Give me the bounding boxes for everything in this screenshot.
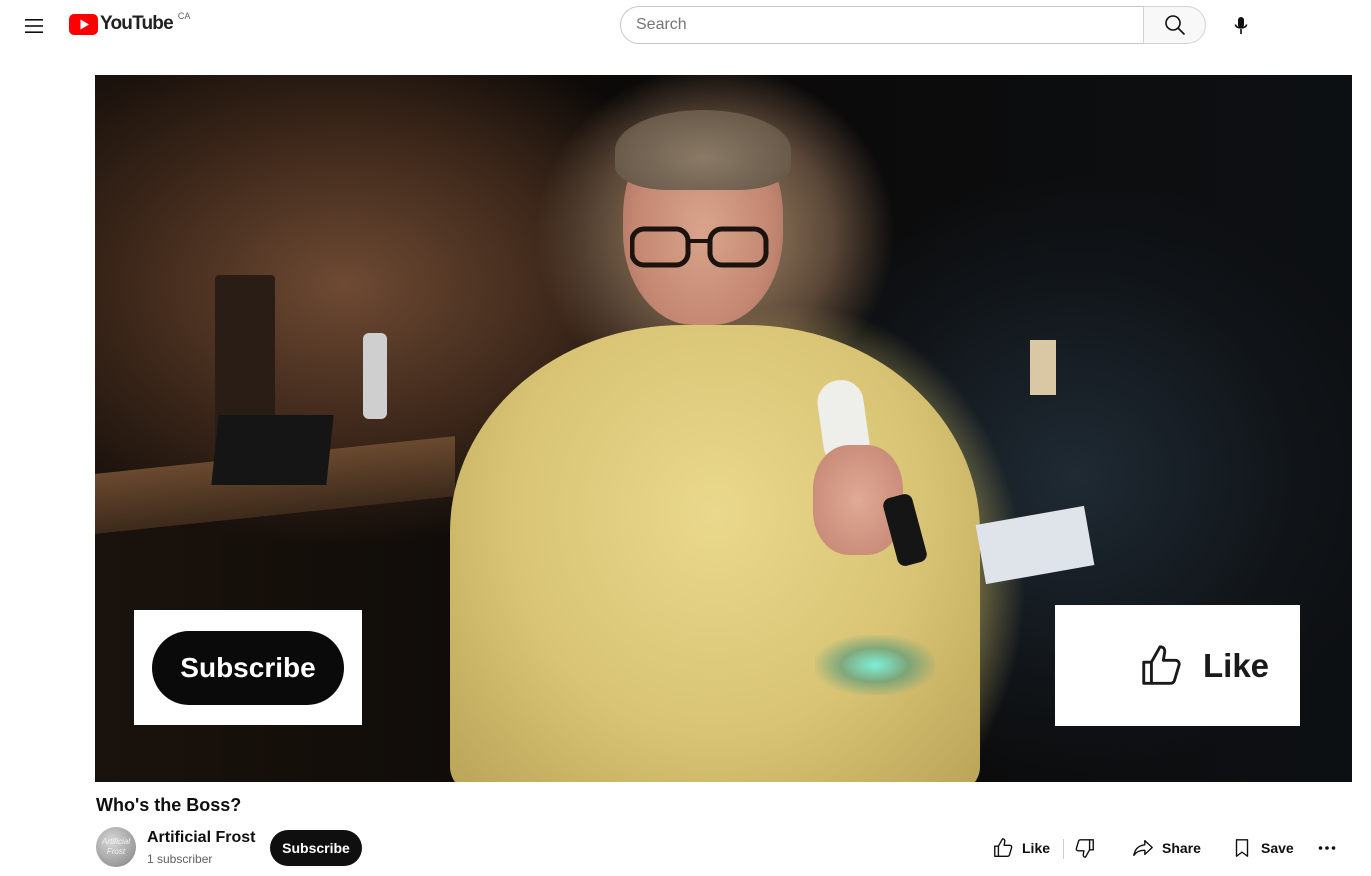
thumbs-down-icon [1075, 839, 1094, 858]
search-icon [1164, 15, 1185, 36]
presenter-glasses [629, 225, 770, 269]
video-player[interactable]: Subscribe Like [95, 75, 1352, 782]
guide-menu-button[interactable] [18, 10, 50, 42]
presenter-hair [615, 110, 791, 190]
subscriber-count: 1 subscriber [147, 852, 213, 866]
more-icon [1318, 846, 1336, 850]
save-label: Save [1261, 840, 1294, 856]
channel-name[interactable]: Artificial Frost [147, 829, 255, 847]
channel-avatar[interactable]: Artificial Frost [96, 827, 136, 867]
search-box[interactable] [620, 6, 1144, 44]
logo-wordmark: YouTube [100, 13, 174, 34]
background-tag [1030, 340, 1056, 395]
video-owner-row: Artificial Frost Artificial Frost 1 subs… [96, 826, 1351, 868]
background-laptop [211, 415, 334, 485]
video-title: Who's the Boss? [96, 795, 242, 815]
search-input[interactable] [621, 7, 1116, 43]
avatar-lettering: Artificial Frost [101, 837, 130, 856]
dislike-button[interactable] [1074, 830, 1104, 866]
share-icon [1133, 839, 1153, 857]
like-label: Like [1022, 840, 1051, 856]
overlay-subscribe-pill: Subscribe [152, 630, 344, 705]
save-button[interactable]: Save [1231, 830, 1294, 866]
subscribe-button[interactable]: Subscribe [270, 830, 362, 866]
search-button[interactable] [1143, 6, 1206, 44]
overlay-subscribe-card: Subscribe [134, 610, 362, 725]
like-button[interactable]: Like [992, 830, 1050, 866]
background-teal-light [815, 635, 935, 695]
thumbs-up-icon [994, 838, 1013, 857]
overlay-like-label: Like [1203, 646, 1270, 684]
youtube-logo[interactable]: YouTube CA [69, 11, 191, 35]
more-actions-button[interactable] [1318, 830, 1344, 866]
masthead: YouTube CA [0, 0, 1371, 52]
menu-icon [25, 19, 43, 33]
background-box [975, 505, 1095, 585]
overlay-thumbs-up-icon [1142, 644, 1181, 685]
bookmark-icon [1235, 839, 1249, 857]
voice-search-button[interactable] [1221, 6, 1261, 46]
background-phone [363, 333, 387, 419]
share-button[interactable]: Share [1132, 830, 1201, 866]
share-label: Share [1162, 840, 1201, 856]
like-dislike-divider [1063, 839, 1064, 859]
youtube-play-icon [69, 13, 98, 35]
overlay-like-card: Like [1055, 605, 1300, 726]
logo-region-code: CA [177, 11, 191, 21]
mic-icon [1234, 17, 1248, 34]
